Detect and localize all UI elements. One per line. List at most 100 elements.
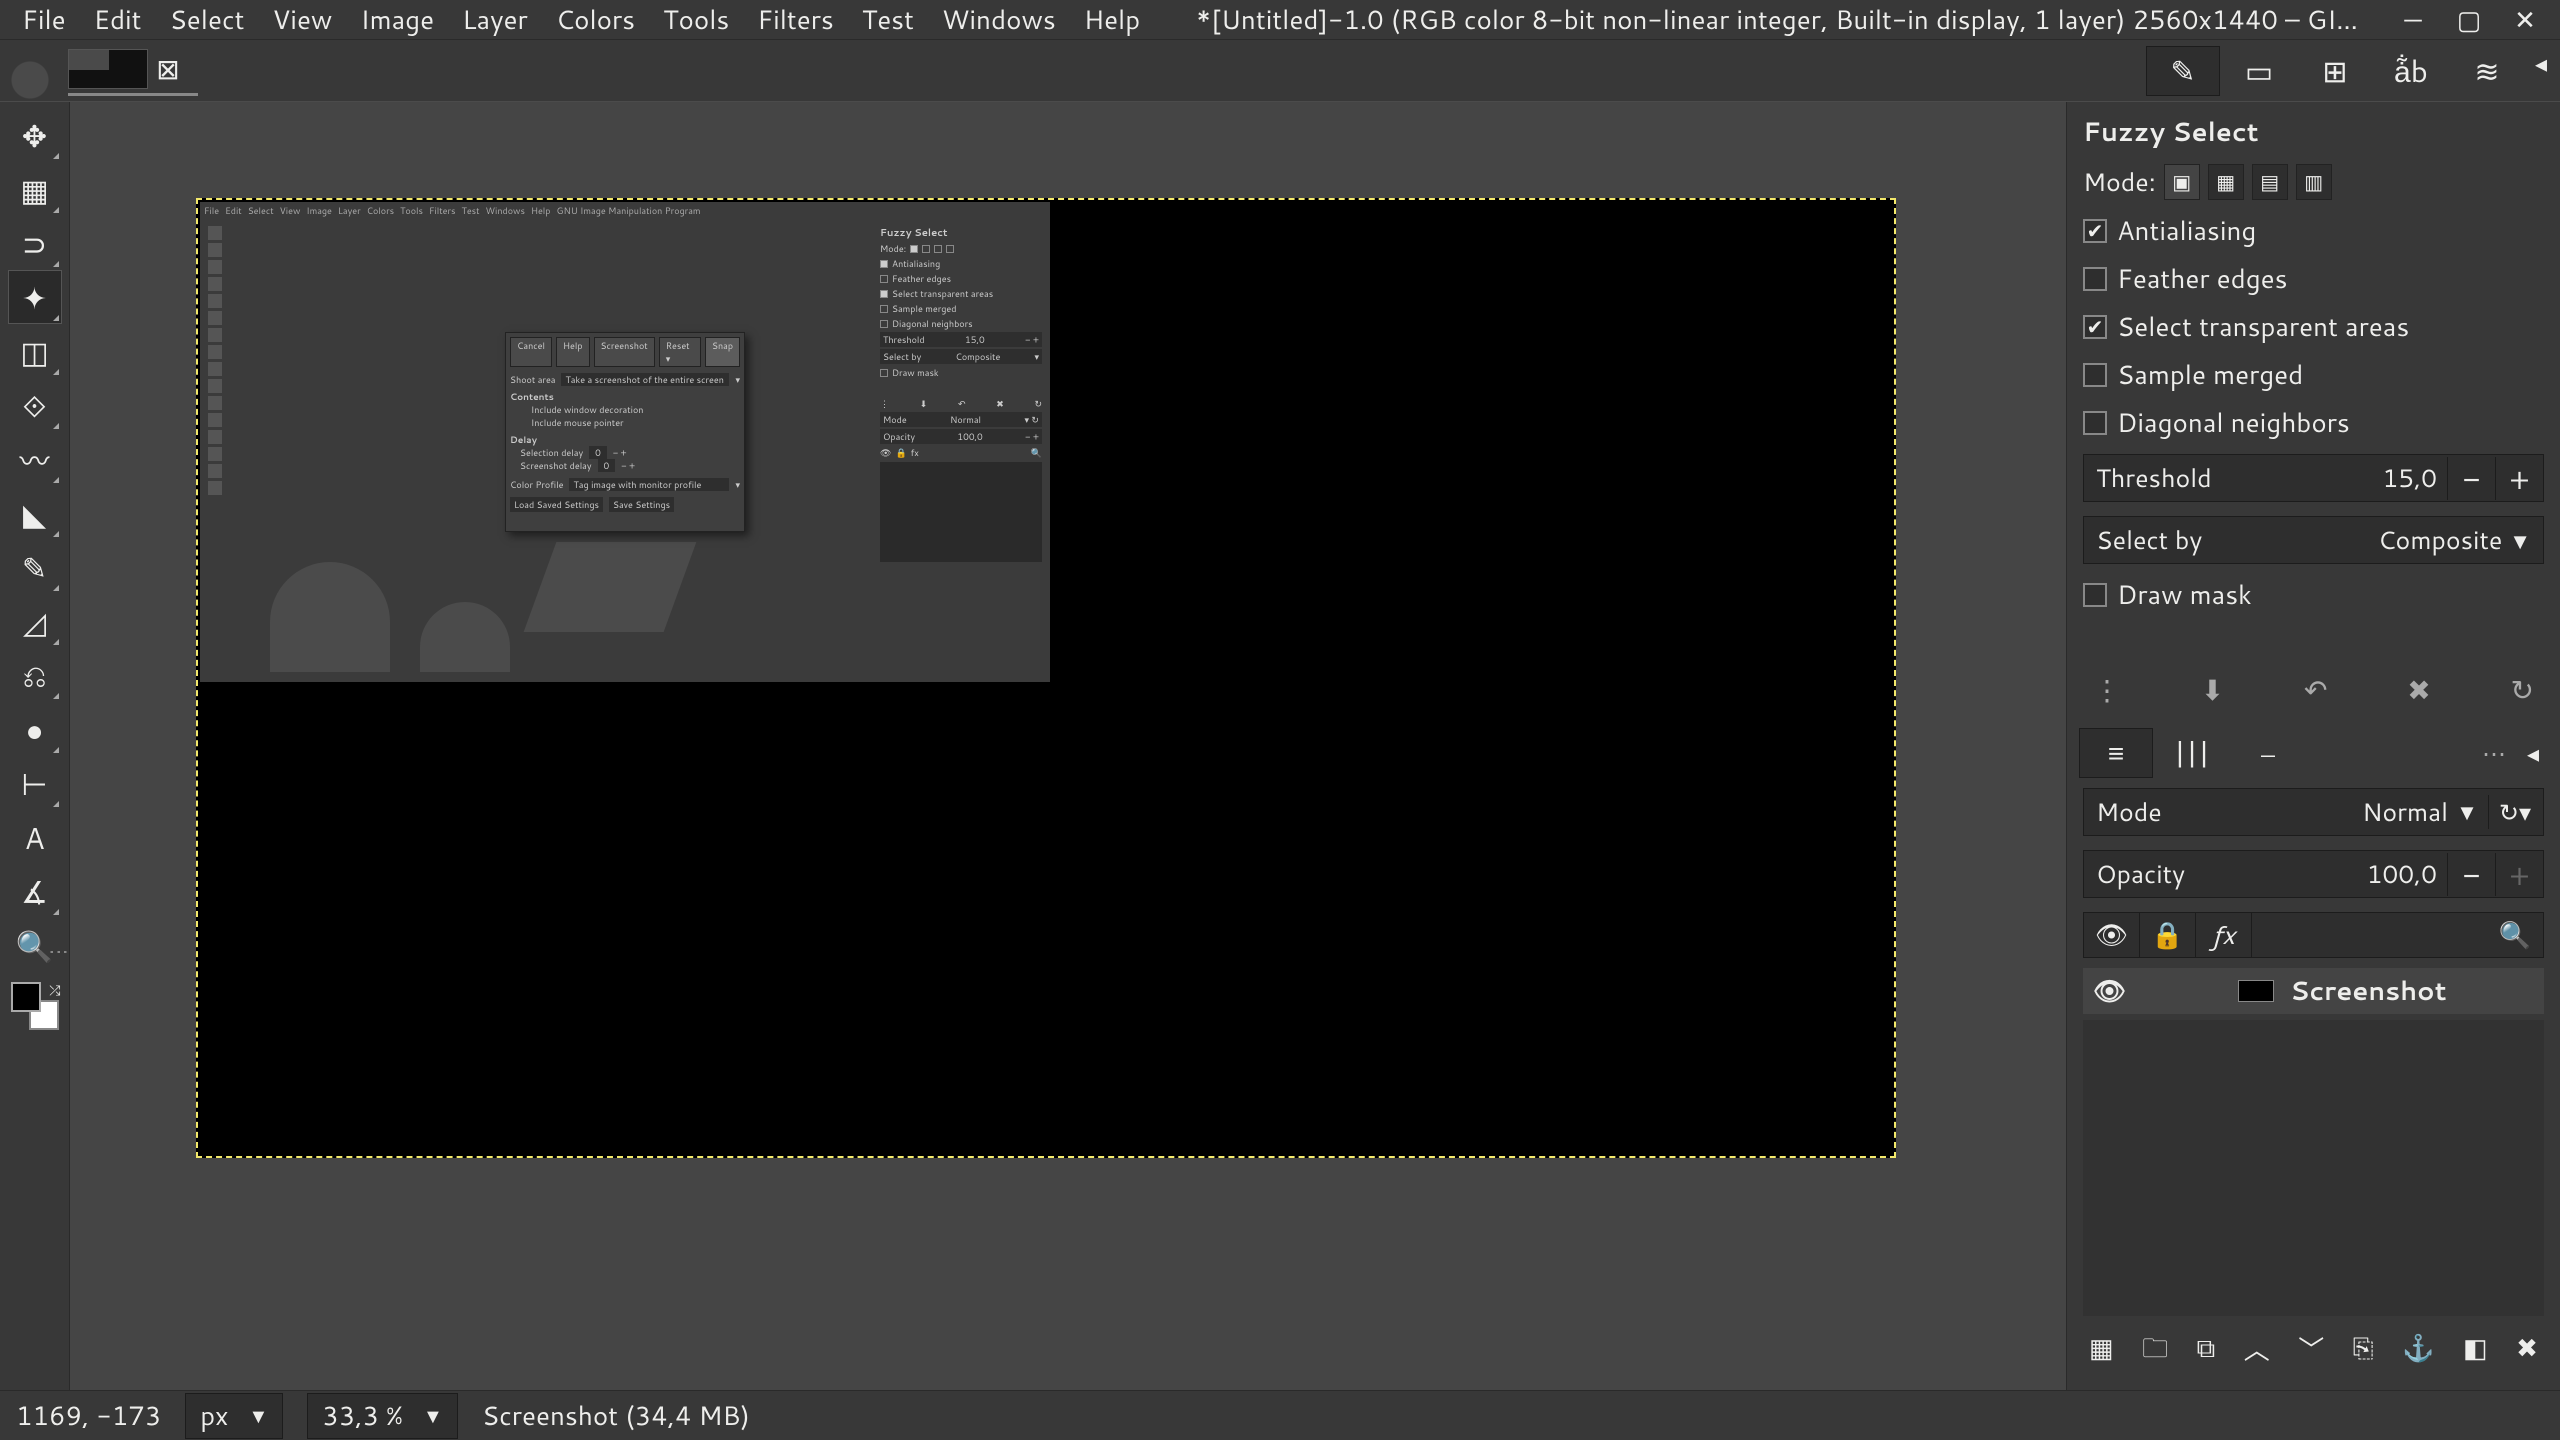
- opacity-input[interactable]: Opacity 100,0 − +: [2083, 850, 2544, 898]
- mode-intersect-button[interactable]: ▥: [2296, 164, 2332, 200]
- menu-select[interactable]: Select: [156, 0, 259, 42]
- diagonal-checkbox[interactable]: [2083, 411, 2107, 435]
- dock2-config-icon[interactable]: ◂: [2518, 736, 2548, 770]
- close-button[interactable]: ✕: [2512, 7, 2538, 33]
- measure-tool[interactable]: ∡: [8, 864, 62, 918]
- layer-thumb: [2238, 980, 2274, 1002]
- transform-tool[interactable]: ⟐: [8, 378, 62, 432]
- clone-tool[interactable]: ⎌: [8, 648, 62, 702]
- fg-color-swatch[interactable]: [11, 982, 41, 1012]
- mode-label: Mode:: [2083, 165, 2156, 200]
- delete-tool-options-icon[interactable]: ✖: [2407, 670, 2430, 710]
- mode-reset-icon[interactable]: ↻▾: [2488, 795, 2531, 829]
- paths-tab[interactable]: ⎯: [2231, 728, 2305, 778]
- mode-add-button[interactable]: ▦: [2208, 164, 2244, 200]
- free-select-tool[interactable]: ⊃: [8, 216, 62, 270]
- eye-column-icon[interactable]: 👁: [2084, 913, 2140, 957]
- menu-test[interactable]: Test: [848, 0, 928, 42]
- select-by-dropdown[interactable]: Select by Composite ▼: [2083, 516, 2544, 564]
- menu-tools[interactable]: Tools: [649, 0, 743, 42]
- pointer-coords: 1169, -173: [16, 1398, 161, 1434]
- menu-windows[interactable]: Windows: [928, 0, 1070, 42]
- rect-select-tool[interactable]: ▦: [8, 162, 62, 216]
- maximize-button[interactable]: ▢: [2456, 7, 2482, 33]
- draw-mask-checkbox[interactable]: [2083, 583, 2107, 607]
- lower-layer-icon[interactable]: ﹀: [2298, 1330, 2324, 1374]
- new-group-icon[interactable]: 🗀: [2142, 1330, 2168, 1374]
- select-by-label: Select by: [2096, 523, 2202, 558]
- menu-filters[interactable]: Filters: [743, 0, 848, 42]
- paintbrush-tool[interactable]: ✎: [8, 540, 62, 594]
- zoom-tool[interactable]: 🔍: [8, 918, 62, 972]
- lock-column-icon[interactable]: 🔒: [2140, 913, 2196, 957]
- history-tab[interactable]: ≋: [2450, 46, 2524, 96]
- delete-layer-icon[interactable]: ✖: [2516, 1330, 2538, 1374]
- save-tool-options-icon[interactable]: ⬇: [2201, 670, 2224, 710]
- threshold-plus-icon[interactable]: +: [2495, 457, 2543, 500]
- reset-tool-options-icon[interactable]: ↻: [2511, 670, 2534, 710]
- opacity-value: 100,0: [2357, 857, 2447, 892]
- smudge-tool[interactable]: ●: [8, 702, 62, 756]
- anchor-layer-icon[interactable]: ⚓: [2402, 1330, 2434, 1374]
- color-swatches[interactable]: ⤮: [11, 982, 59, 1030]
- tool-options-menu-icon[interactable]: ⋮: [2093, 670, 2121, 710]
- new-layer-icon[interactable]: ▦: [2089, 1330, 2114, 1374]
- dock-tabs: ✎ ▭ ⊞ a͋b ≋ ◂: [2146, 46, 2560, 96]
- bucket-fill-tool[interactable]: ◣: [8, 486, 62, 540]
- fuzzy-select-tool[interactable]: ✦: [8, 270, 62, 324]
- raise-layer-icon[interactable]: ︿: [2244, 1330, 2270, 1374]
- mask-layer-icon[interactable]: ◧: [2463, 1330, 2488, 1374]
- zoom-dropdown[interactable]: 33,3 %▼: [307, 1393, 458, 1439]
- unit-dropdown[interactable]: px▼: [185, 1393, 283, 1439]
- layer-search-icon[interactable]: 🔍: [2487, 917, 2543, 953]
- layer-buttons: ▦ 🗀 ⧉ ︿ ﹀ ⎘ ⚓ ◧ ✖: [2075, 1322, 2552, 1382]
- opacity-plus-icon[interactable]: +: [2495, 853, 2543, 896]
- text-tab[interactable]: a͋b: [2374, 46, 2448, 96]
- fx-column-icon[interactable]: fx: [2196, 913, 2252, 957]
- crop-tool[interactable]: ◫: [8, 324, 62, 378]
- channels-tab[interactable]: |||: [2155, 728, 2229, 778]
- duplicate-layer-icon[interactable]: ⧉: [2197, 1330, 2216, 1374]
- move-tool[interactable]: ✥: [8, 108, 62, 162]
- layers-tab[interactable]: ≡: [2079, 728, 2153, 778]
- embedded-tool-options: Fuzzy Select Mode: Antialiasing Feather …: [876, 222, 1046, 678]
- opacity-minus-icon[interactable]: −: [2447, 853, 2495, 896]
- menu-image[interactable]: Image: [346, 0, 448, 42]
- mode-replace-button[interactable]: ▣: [2164, 164, 2200, 200]
- chevron-down-icon: ▼: [2456, 797, 2478, 828]
- dock-extra-icon[interactable]: ⋯: [2472, 736, 2516, 770]
- warp-tool[interactable]: 〰: [8, 432, 62, 486]
- layer-row[interactable]: 👁 Screenshot: [2083, 968, 2544, 1014]
- sample-merged-checkbox[interactable]: [2083, 363, 2107, 387]
- canvas-area[interactable]: FileEditSelectViewImageLayerColorsToolsF…: [70, 102, 2066, 1390]
- dock-config-icon[interactable]: ◂: [2526, 46, 2556, 96]
- merge-down-icon[interactable]: ⎘: [2353, 1330, 2374, 1374]
- antialiasing-checkbox[interactable]: ✔: [2083, 219, 2107, 243]
- menu-file[interactable]: File: [8, 0, 80, 42]
- menu-layer[interactable]: Layer: [448, 0, 542, 42]
- swap-colors-icon[interactable]: ⤮: [49, 980, 60, 1000]
- tool-options-title: Fuzzy Select: [2075, 110, 2552, 154]
- restore-tool-options-icon[interactable]: ↶: [2304, 670, 2327, 710]
- mode-subtract-button[interactable]: ▤: [2252, 164, 2288, 200]
- tool-options-tab[interactable]: ✎: [2146, 46, 2220, 96]
- image-tab[interactable]: ⊠: [68, 46, 198, 96]
- menu-help[interactable]: Help: [1070, 0, 1154, 42]
- feather-checkbox[interactable]: [2083, 267, 2107, 291]
- layer-visibility-icon[interactable]: 👁: [2093, 973, 2126, 1009]
- menu-edit[interactable]: Edit: [80, 0, 156, 42]
- eraser-tool[interactable]: ◿: [8, 594, 62, 648]
- paths-tool[interactable]: ⊢: [8, 756, 62, 810]
- threshold-input[interactable]: Threshold 15,0 − +: [2083, 454, 2544, 502]
- threshold-minus-icon[interactable]: −: [2447, 457, 2495, 500]
- minimize-button[interactable]: —: [2400, 7, 2426, 33]
- text-tool[interactable]: A: [8, 810, 62, 864]
- symmetry-tab[interactable]: ⊞: [2298, 46, 2372, 96]
- image-tab-close-icon[interactable]: ⊠: [148, 49, 188, 89]
- device-status-tab[interactable]: ▭: [2222, 46, 2296, 96]
- menu-view[interactable]: View: [259, 0, 347, 42]
- select-transparent-checkbox[interactable]: ✔: [2083, 315, 2107, 339]
- image-tab-thumb: [68, 49, 148, 89]
- layer-mode-dropdown[interactable]: Mode Normal ▼ ↻▾: [2083, 788, 2544, 836]
- menu-colors[interactable]: Colors: [542, 0, 649, 42]
